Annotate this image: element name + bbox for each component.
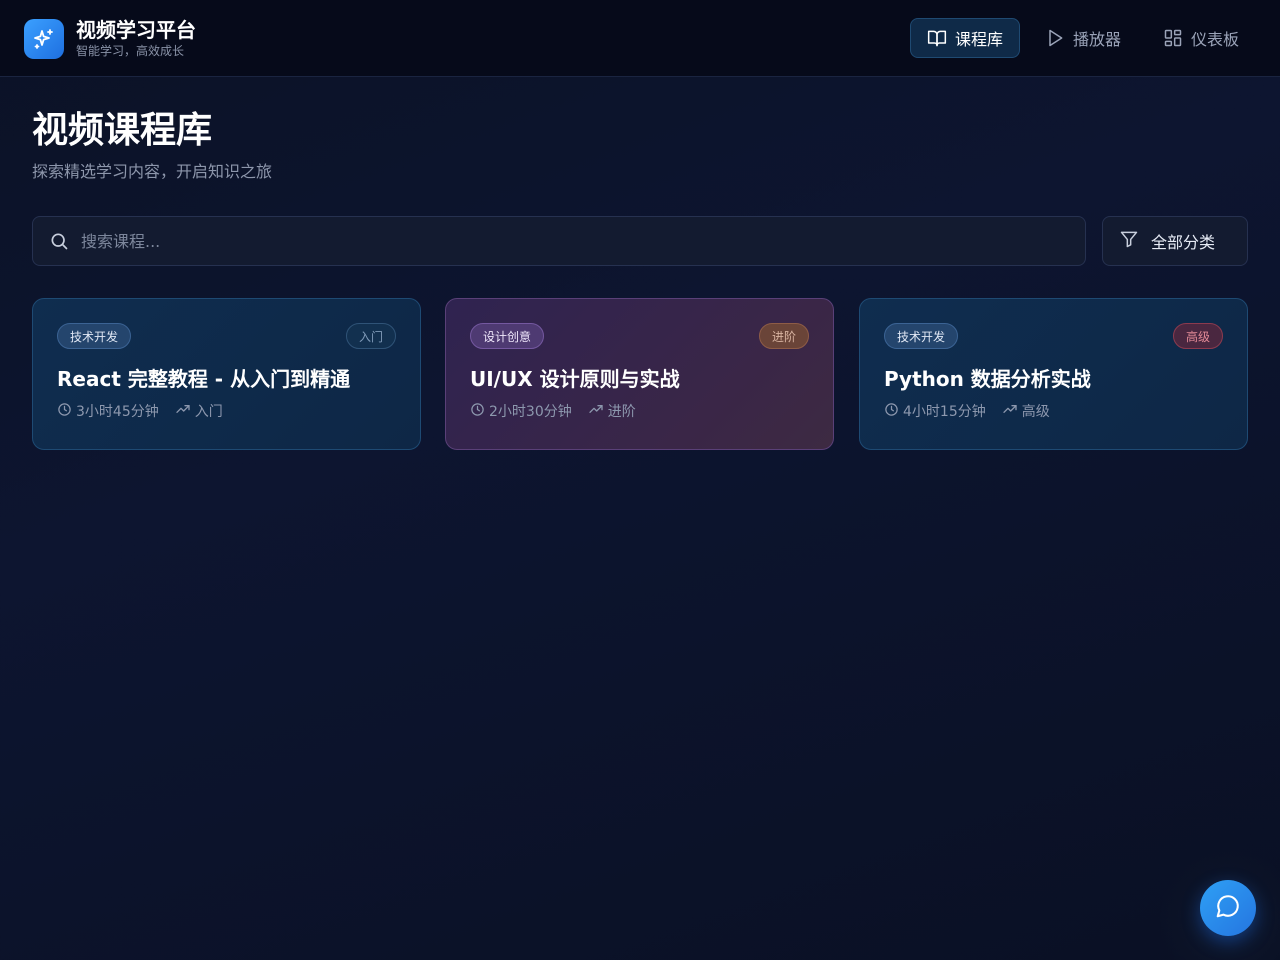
course-title: React 完整教程 - 从入门到精通	[57, 367, 351, 391]
dashboard-grid-icon	[1163, 28, 1183, 48]
course-card[interactable]: 技术开发 高级 Python 数据分析实战 4小时15分钟 高级	[859, 298, 1248, 450]
nav-course-library[interactable]: 课程库	[909, 18, 1020, 58]
course-title: Python 数据分析实战	[884, 367, 1091, 391]
course-duration: 4小时15分钟	[903, 404, 986, 420]
trending-up-icon	[175, 401, 191, 421]
level-tag: 进阶	[758, 323, 809, 349]
course-level: 入门	[194, 404, 223, 420]
main-nav: 课程库 播放器 仪表板	[909, 18, 1256, 58]
clock-icon	[470, 402, 485, 421]
course-level: 进阶	[607, 404, 636, 420]
search-icon	[49, 231, 69, 251]
course-duration: 3小时45分钟	[76, 404, 159, 420]
nav-player[interactable]: 播放器	[1028, 18, 1138, 58]
clock-icon	[884, 402, 899, 421]
page-subtitle: 探索精选学习内容，开启知识之旅	[32, 162, 273, 181]
level-tag: 入门	[345, 323, 396, 349]
brand-title: 视频学习平台	[76, 18, 196, 42]
course-level: 高级	[1021, 404, 1050, 420]
brand-subtitle: 智能学习，高效成长	[76, 44, 185, 58]
clock-icon	[57, 402, 72, 421]
category-filter-button[interactable]: 全部分类	[1102, 216, 1248, 266]
level-tag: 高级	[1172, 323, 1223, 349]
nav-label: 仪表板	[1190, 30, 1239, 49]
trending-up-icon	[1002, 401, 1018, 421]
sparkles-icon	[24, 18, 64, 59]
filter-label: 全部分类	[1151, 233, 1216, 252]
chat-button[interactable]	[1200, 880, 1256, 936]
nav-label: 课程库	[954, 30, 1003, 49]
course-card[interactable]: 技术开发 入门 React 完整教程 - 从入门到精通 3小时45分钟 入门	[32, 298, 421, 450]
chat-bubble-icon	[1215, 893, 1241, 923]
category-tag: 技术开发	[884, 323, 959, 349]
category-tag: 设计创意	[470, 323, 545, 349]
page-title: 视频课程库	[32, 110, 213, 151]
nav-dashboard[interactable]: 仪表板	[1146, 18, 1256, 58]
course-duration: 2小时30分钟	[489, 404, 572, 420]
brand[interactable]: 视频学习平台 智能学习，高效成长	[24, 18, 196, 59]
course-title: UI/UX 设计原则与实战	[470, 367, 680, 391]
top-navigation-bar: 视频学习平台 智能学习，高效成长 课程库 播放器 仪表板	[0, 0, 1280, 77]
category-tag: 技术开发	[57, 323, 132, 349]
nav-label: 播放器	[1072, 30, 1121, 49]
play-icon	[1045, 28, 1065, 48]
search-input[interactable]	[81, 217, 1085, 265]
trending-up-icon	[588, 401, 604, 421]
search-box	[32, 216, 1086, 266]
course-card[interactable]: 设计创意 进阶 UI/UX 设计原则与实战 2小时30分钟 进阶	[445, 298, 834, 450]
filter-icon	[1119, 229, 1139, 253]
book-open-icon	[927, 28, 947, 48]
